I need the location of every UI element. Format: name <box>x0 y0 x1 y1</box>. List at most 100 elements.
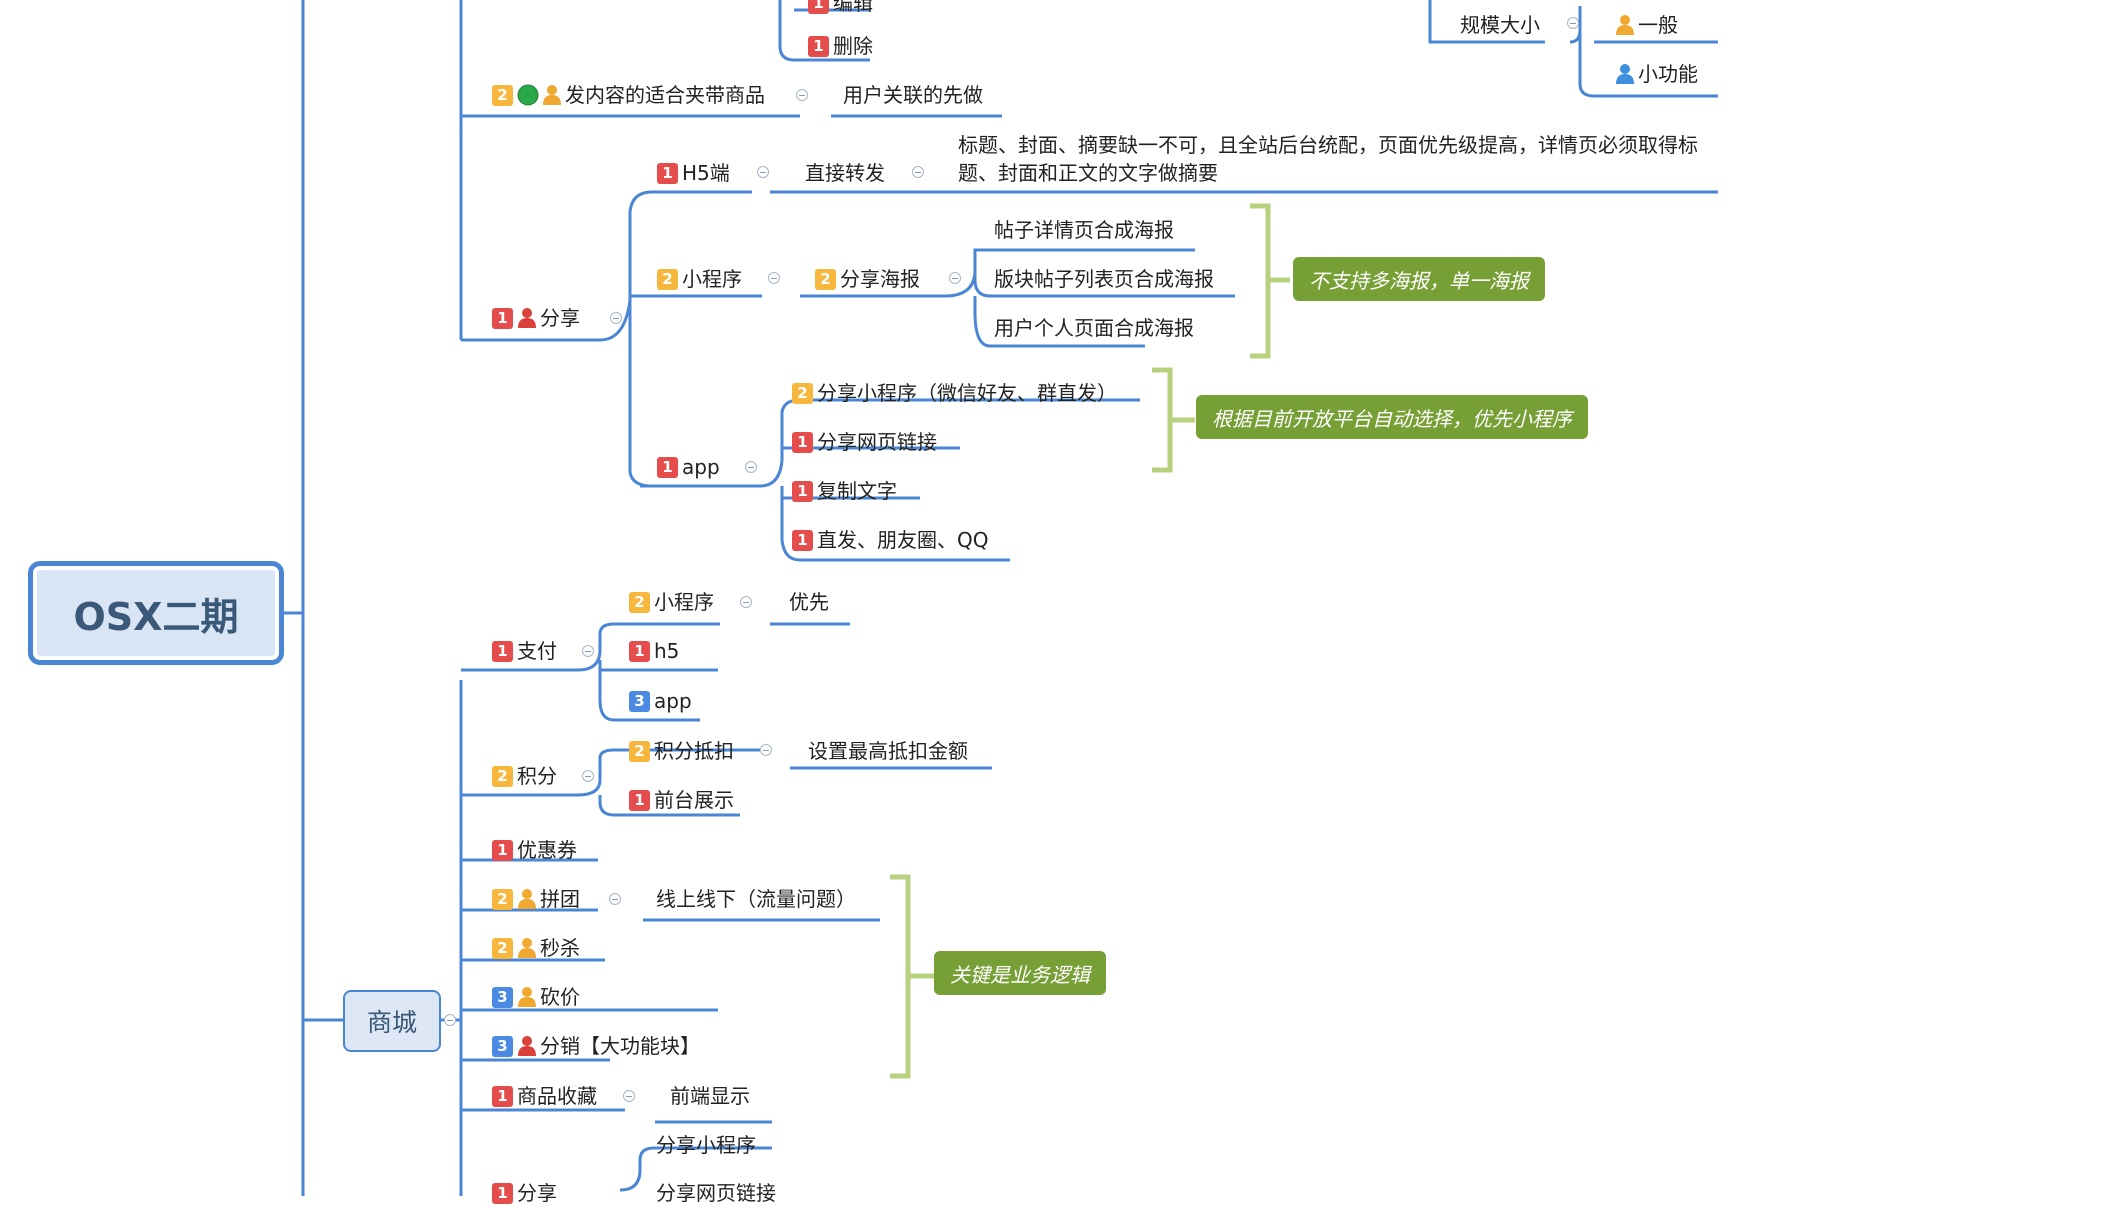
node-label: 优先 <box>789 590 829 614</box>
priority-2-badge: 2 <box>629 740 650 762</box>
node-front-show[interactable]: 1 前台展示 <box>629 787 734 813</box>
collapse-toggle[interactable] <box>740 596 752 608</box>
node-label: 商品收藏 <box>517 1084 597 1108</box>
node-mall-share[interactable]: 1 分享 <box>492 1180 557 1206</box>
app-note-callout[interactable]: 根据目前开放平台自动选择，优先小程序 <box>1196 395 1588 439</box>
progress-complete-icon <box>517 84 539 106</box>
node-miniprogram[interactable]: 2 小程序 <box>657 266 742 292</box>
priority-3-badge: 3 <box>492 986 513 1008</box>
node-label: 积分抵扣 <box>654 739 734 763</box>
collapse-toggle[interactable] <box>582 770 594 782</box>
priority-1-badge: 1 <box>492 1085 513 1107</box>
node-direct-forward[interactable]: 直接转发 <box>805 160 885 186</box>
node-app-item[interactable]: 2 分享小程序（微信好友、群直发） <box>792 380 1117 406</box>
node-points-deduct[interactable]: 2 积分抵扣 <box>629 738 734 764</box>
node-points[interactable]: 2 积分 <box>492 763 557 789</box>
node-label: 优惠券 <box>517 838 577 862</box>
node-share-item[interactable]: 分享网页链接 <box>656 1180 776 1206</box>
priority-2-badge: 2 <box>492 84 513 106</box>
node-label: 分享 <box>517 1181 557 1205</box>
priority-1-badge: 1 <box>492 307 513 329</box>
node-label: 直接转发 <box>805 161 885 185</box>
node-pay-item[interactable]: 2 小程序 <box>629 589 714 615</box>
node-label: 删除 <box>833 34 873 58</box>
note-text: 根据目前开放平台自动选择，优先小程序 <box>1212 406 1572 431</box>
node-label: 线上线下（流量问题） <box>656 887 856 911</box>
collapse-toggle[interactable] <box>949 272 961 284</box>
node-content-goods[interactable]: 2 发内容的适合夹带商品 <box>492 82 765 108</box>
node-edit[interactable]: 1 编辑 <box>808 0 873 16</box>
collapse-toggle[interactable] <box>623 1090 635 1102</box>
node-poster-item[interactable]: 帖子详情页合成海报 <box>994 217 1174 243</box>
node-normal[interactable]: 一般 <box>1615 12 1678 38</box>
node-priority[interactable]: 优先 <box>789 589 829 615</box>
node-label: 前端显示 <box>670 1084 750 1108</box>
node-poster-item[interactable]: 用户个人页面合成海报 <box>994 315 1194 341</box>
person-icon <box>518 308 536 328</box>
priority-1-badge: 1 <box>657 456 678 478</box>
node-label: 复制文字 <box>817 479 897 503</box>
node-share[interactable]: 1 分享 <box>492 305 580 331</box>
mall-branch-node[interactable]: 商城 <box>343 990 441 1052</box>
person-icon <box>518 889 536 909</box>
node-label: 砍价 <box>540 985 580 1009</box>
node-label: 设置最高抵扣金额 <box>808 739 968 763</box>
collapse-toggle[interactable] <box>1567 17 1579 29</box>
priority-1-badge: 1 <box>629 789 650 811</box>
note-text: 不支持多海报，单一海报 <box>1309 268 1529 293</box>
collapse-toggle[interactable] <box>796 89 808 101</box>
node-label: 帖子详情页合成海报 <box>994 218 1174 242</box>
node-label: 小功能 <box>1638 62 1698 86</box>
node-coupon[interactable]: 1 优惠券 <box>492 837 577 863</box>
node-frontend-show[interactable]: 前端显示 <box>670 1083 750 1109</box>
node-pay-item[interactable]: 3 app <box>629 688 692 714</box>
node-user-related[interactable]: 用户关联的先做 <box>843 82 983 108</box>
collapse-toggle[interactable] <box>609 893 621 905</box>
node-online-offline[interactable]: 线上线下（流量问题） <box>656 886 856 912</box>
node-poster-item[interactable]: 版块帖子列表页合成海报 <box>994 266 1214 292</box>
node-delete[interactable]: 1 删除 <box>808 33 873 59</box>
root-title: OSX二期 <box>73 594 239 639</box>
node-pay[interactable]: 1 支付 <box>492 638 557 664</box>
node-label: 直发、朋友圈、QQ <box>817 528 989 552</box>
root-node[interactable]: OSX二期 <box>28 561 284 665</box>
biz-logic-note-callout[interactable]: 关键是业务逻辑 <box>934 951 1106 995</box>
priority-2-badge: 2 <box>815 268 836 290</box>
node-max-deduct[interactable]: 设置最高抵扣金额 <box>808 738 968 764</box>
node-app-item[interactable]: 1 直发、朋友圈、QQ <box>792 527 988 553</box>
collapse-toggle[interactable] <box>444 1014 456 1026</box>
priority-1-badge: 1 <box>792 431 813 453</box>
collapse-toggle[interactable] <box>757 166 769 178</box>
priority-1-badge: 1 <box>492 1182 513 1204</box>
node-favorite[interactable]: 1 商品收藏 <box>492 1083 597 1109</box>
node-h5[interactable]: 1 H5端 <box>657 160 730 186</box>
node-share-item[interactable]: 分享小程序 <box>656 1132 756 1158</box>
person-icon <box>1616 15 1634 35</box>
collapse-toggle[interactable] <box>745 461 757 473</box>
priority-2-badge: 2 <box>792 382 813 404</box>
node-label: 分销【大功能块】 <box>540 1034 700 1058</box>
poster-note-callout[interactable]: 不支持多海报，单一海报 <box>1293 257 1545 301</box>
node-group[interactable]: 2 拼团 <box>492 886 580 912</box>
collapse-toggle[interactable] <box>610 312 622 324</box>
node-app[interactable]: 1 app <box>657 454 720 480</box>
node-app-item[interactable]: 1 复制文字 <box>792 478 897 504</box>
priority-2-badge: 2 <box>492 937 513 959</box>
node-bargain[interactable]: 3 砍价 <box>492 984 580 1010</box>
node-scale[interactable]: 规模大小 <box>1460 12 1540 38</box>
node-share-poster[interactable]: 2 分享海报 <box>815 266 920 292</box>
collapse-toggle[interactable] <box>912 166 924 178</box>
node-distribution[interactable]: 3 分销【大功能块】 <box>492 1033 700 1059</box>
node-label: 分享海报 <box>840 267 920 291</box>
node-small-feature[interactable]: 小功能 <box>1615 61 1698 87</box>
person-icon <box>518 1036 536 1056</box>
priority-2-badge: 2 <box>492 888 513 910</box>
priority-2-badge: 2 <box>492 765 513 787</box>
collapse-toggle[interactable] <box>768 272 780 284</box>
node-app-item[interactable]: 1 分享网页链接 <box>792 429 937 455</box>
node-seckill[interactable]: 2 秒杀 <box>492 935 580 961</box>
collapse-toggle[interactable] <box>582 645 594 657</box>
person-icon <box>1616 64 1634 84</box>
node-pay-item[interactable]: 1 h5 <box>629 638 679 664</box>
collapse-toggle[interactable] <box>760 744 772 756</box>
